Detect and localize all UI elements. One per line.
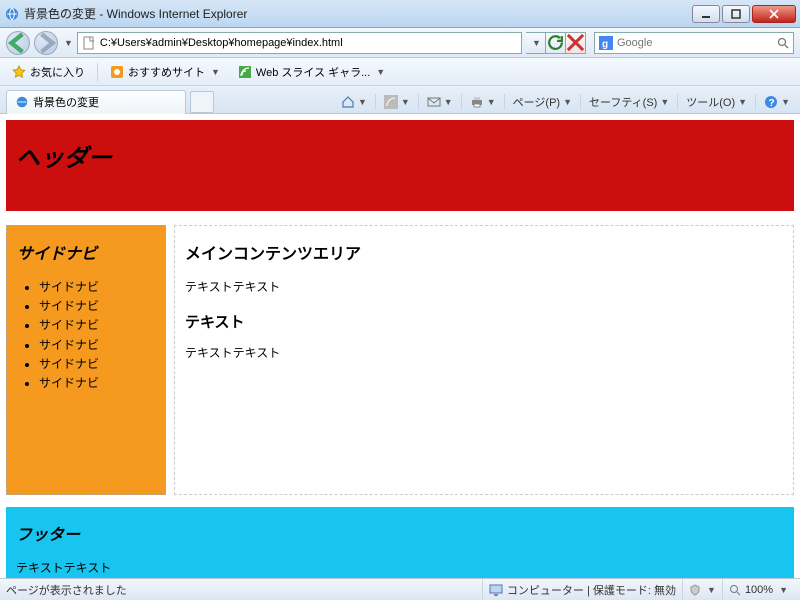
status-bar: ページが表示されました コンピューター | 保護モード: 無効 ▼ 100% ▼	[0, 578, 800, 600]
protected-mode-icon-cell[interactable]: ▼	[682, 579, 722, 600]
ie-icon	[4, 6, 20, 22]
page-viewport[interactable]: ヘッダー サイドナビ サイドナビ サイドナビ サイドナビ サイドナビ サイドナビ…	[0, 114, 800, 578]
zoom-value: 100%	[745, 584, 773, 596]
page-icon	[82, 36, 96, 50]
navigation-bar: ▼ ▼ g	[0, 28, 800, 58]
sidebar-item[interactable]: サイドナビ	[39, 336, 155, 355]
safety-menu[interactable]: セーフティ(S)▼	[585, 92, 673, 112]
footer-heading: フッター	[16, 521, 784, 545]
webslice-button[interactable]: Web スライス ギャラ... ▼	[232, 62, 391, 82]
mail-button[interactable]: ▼	[423, 93, 457, 111]
tab-active[interactable]: 背景色の変更	[6, 90, 186, 114]
minimize-button[interactable]	[692, 5, 720, 23]
forward-button[interactable]	[34, 31, 58, 55]
home-button[interactable]: ▼	[337, 93, 371, 111]
search-box[interactable]: g	[594, 32, 794, 54]
new-tab-button[interactable]	[190, 91, 214, 113]
tab-bar: 背景色の変更 ▼ ▼ ▼ ▼ ページ(P)▼ セーフティ(S)▼ ツール(O)▼…	[0, 86, 800, 114]
search-button-icon[interactable]	[777, 37, 789, 49]
sidebar-item[interactable]: サイドナビ	[39, 355, 155, 374]
separator	[97, 63, 98, 81]
recommended-sites-button[interactable]: おすすめサイト ▼	[104, 62, 226, 82]
webslice-label: Web スライス ギャラ...	[256, 64, 370, 80]
print-button[interactable]: ▼	[466, 93, 500, 111]
chevron-down-icon: ▼	[376, 67, 385, 77]
main-heading: メインコンテンツエリア	[185, 240, 783, 264]
tab-title: 背景色の変更	[33, 94, 99, 110]
back-button[interactable]	[6, 31, 30, 55]
google-icon: g	[599, 36, 613, 50]
star-icon	[12, 65, 26, 79]
tools-menu[interactable]: ツール(O)▼	[682, 92, 751, 112]
close-button[interactable]	[752, 5, 796, 23]
main-paragraph: テキストテキスト	[185, 278, 783, 295]
sub-heading: テキスト	[185, 311, 783, 332]
search-input[interactable]	[617, 37, 777, 49]
svg-text:?: ?	[769, 98, 775, 109]
zoom-icon	[729, 584, 741, 596]
footer-paragraph: テキストテキスト	[16, 559, 784, 576]
sidebar-item[interactable]: サイドナビ	[39, 297, 155, 316]
sidebar-item[interactable]: サイドナビ	[39, 316, 155, 335]
ie-icon	[15, 95, 29, 109]
address-dropdown-button[interactable]: ▼	[526, 32, 546, 54]
favorites-label: お気に入り	[30, 64, 85, 80]
sidebar-item[interactable]: サイドナビ	[39, 374, 155, 393]
address-bar[interactable]	[77, 32, 522, 54]
favorites-button[interactable]: お気に入り	[6, 62, 91, 82]
page-footer: フッター テキストテキスト	[6, 507, 794, 578]
page-header: ヘッダー	[6, 120, 794, 211]
address-input[interactable]	[100, 37, 517, 49]
main-paragraph: テキストテキスト	[185, 344, 783, 361]
window-title: 背景色の変更 - Windows Internet Explorer	[24, 5, 692, 22]
help-button[interactable]: ?▼	[760, 93, 794, 111]
history-dropdown-icon[interactable]: ▼	[64, 38, 73, 48]
computer-icon	[489, 583, 503, 597]
zone-cell[interactable]: コンピューター | 保護モード: 無効	[482, 579, 682, 600]
shield-off-icon	[689, 584, 701, 596]
chevron-down-icon: ▼	[211, 67, 220, 77]
command-bar: ▼ ▼ ▼ ▼ ページ(P)▼ セーフティ(S)▼ ツール(O)▼ ?▼	[337, 92, 794, 112]
sidebar-item[interactable]: サイドナビ	[39, 278, 155, 297]
sidebar-list: サイドナビ サイドナビ サイドナビ サイドナビ サイドナビ サイドナビ	[17, 278, 155, 393]
page-menu[interactable]: ページ(P)▼	[509, 92, 576, 112]
sidebar: サイドナビ サイドナビ サイドナビ サイドナビ サイドナビ サイドナビ サイドナ…	[6, 225, 166, 495]
stop-button[interactable]	[566, 32, 586, 54]
header-text: ヘッダー	[16, 145, 112, 172]
feeds-button[interactable]: ▼	[380, 93, 414, 111]
window-titlebar: 背景色の変更 - Windows Internet Explorer	[0, 0, 800, 28]
zone-text: コンピューター | 保護モード: 無効	[507, 582, 676, 598]
recommended-label: おすすめサイト	[128, 64, 205, 80]
webslice-icon	[238, 65, 252, 79]
favorites-bar: お気に入り おすすめサイト ▼ Web スライス ギャラ... ▼	[0, 58, 800, 86]
recommended-icon	[110, 65, 124, 79]
main-content: メインコンテンツエリア テキストテキスト テキスト テキストテキスト	[174, 225, 794, 495]
zoom-cell[interactable]: 100% ▼	[722, 579, 794, 600]
svg-text:g: g	[602, 39, 608, 50]
status-text: ページが表示されました	[6, 582, 127, 598]
sidebar-title: サイドナビ	[17, 240, 155, 264]
refresh-button[interactable]	[546, 32, 566, 54]
maximize-button[interactable]	[722, 5, 750, 23]
